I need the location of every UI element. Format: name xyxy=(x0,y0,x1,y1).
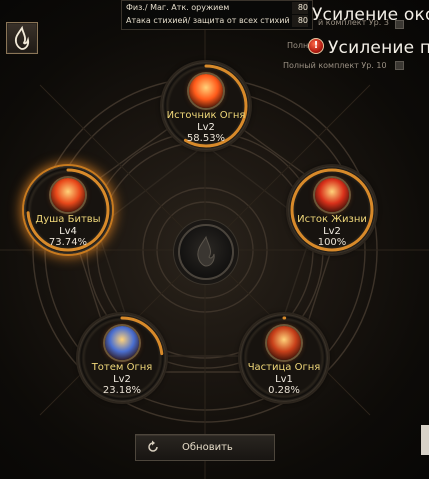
fire-particle-icon xyxy=(267,326,301,360)
skill-name: Источник Огня xyxy=(166,110,246,121)
tooltip-row-value: 80 xyxy=(292,15,308,27)
skill-name: Тотем Огня xyxy=(91,362,153,373)
skill-percent: 58.53% xyxy=(186,133,226,144)
skill-name: Частица Огня xyxy=(247,362,321,373)
skill-node-fire-particle[interactable]: Частица Огня Lv1 0.28% xyxy=(240,314,328,402)
enhancement-title: Усиление окон xyxy=(312,5,429,25)
skill-name: Исток Жизни xyxy=(297,214,367,225)
set-level-note: Полный комплект Ур. 10 xyxy=(283,61,387,70)
skill-level: Lv2 xyxy=(197,122,215,133)
skill-node-fire-totem[interactable]: Тотем Огня Lv2 23.18% xyxy=(78,314,166,402)
fire-element-icon[interactable] xyxy=(6,22,38,54)
refresh-icon xyxy=(148,440,158,452)
skill-node-source-of-fire[interactable]: Источник Огня Lv2 58.53% xyxy=(162,62,250,150)
source-of-fire-icon xyxy=(189,74,223,108)
center-flame-emblem xyxy=(178,224,234,280)
skill-level: Lv1 xyxy=(275,374,293,385)
enhancement-title: Усиление пр xyxy=(328,38,429,58)
skill-percent: 0.28% xyxy=(268,385,300,396)
flame-icon xyxy=(14,25,30,50)
skill-node-battle-soul[interactable]: Душа Битвы Lv4 73.74% xyxy=(24,166,112,254)
skill-percent: 73.74% xyxy=(48,237,88,248)
stats-tooltip: Физ./ Маг. Атк. оружием 80 Атака стихией… xyxy=(121,0,313,30)
warning-icon[interactable]: ! xyxy=(308,38,324,54)
tooltip-row-label: Физ./ Маг. Атк. оружием xyxy=(126,3,230,12)
source-of-life-icon xyxy=(315,178,349,212)
skill-percent: 23.18% xyxy=(102,385,142,396)
battle-soul-icon xyxy=(51,178,85,212)
tooltip-row-label: Атака стихией/ защита от всех стихий xyxy=(126,16,290,25)
set-level-note: Полн xyxy=(287,41,309,50)
set-checkbox[interactable] xyxy=(395,61,404,70)
fire-totem-icon xyxy=(105,326,139,360)
skill-name: Душа Битвы xyxy=(35,214,101,225)
skill-node-source-of-life[interactable]: Исток Жизни Lv2 100% xyxy=(288,166,376,254)
scrollbar-edge[interactable] xyxy=(421,425,429,455)
skill-level: Lv2 xyxy=(323,226,341,237)
tooltip-row-value: 80 xyxy=(292,2,308,14)
refresh-label: Обновить xyxy=(182,442,233,453)
skill-level: Lv2 xyxy=(113,374,131,385)
skill-level: Lv4 xyxy=(59,226,77,237)
skill-percent: 100% xyxy=(317,237,347,248)
flame-icon xyxy=(197,235,215,267)
refresh-button[interactable]: Обновить xyxy=(135,434,275,461)
